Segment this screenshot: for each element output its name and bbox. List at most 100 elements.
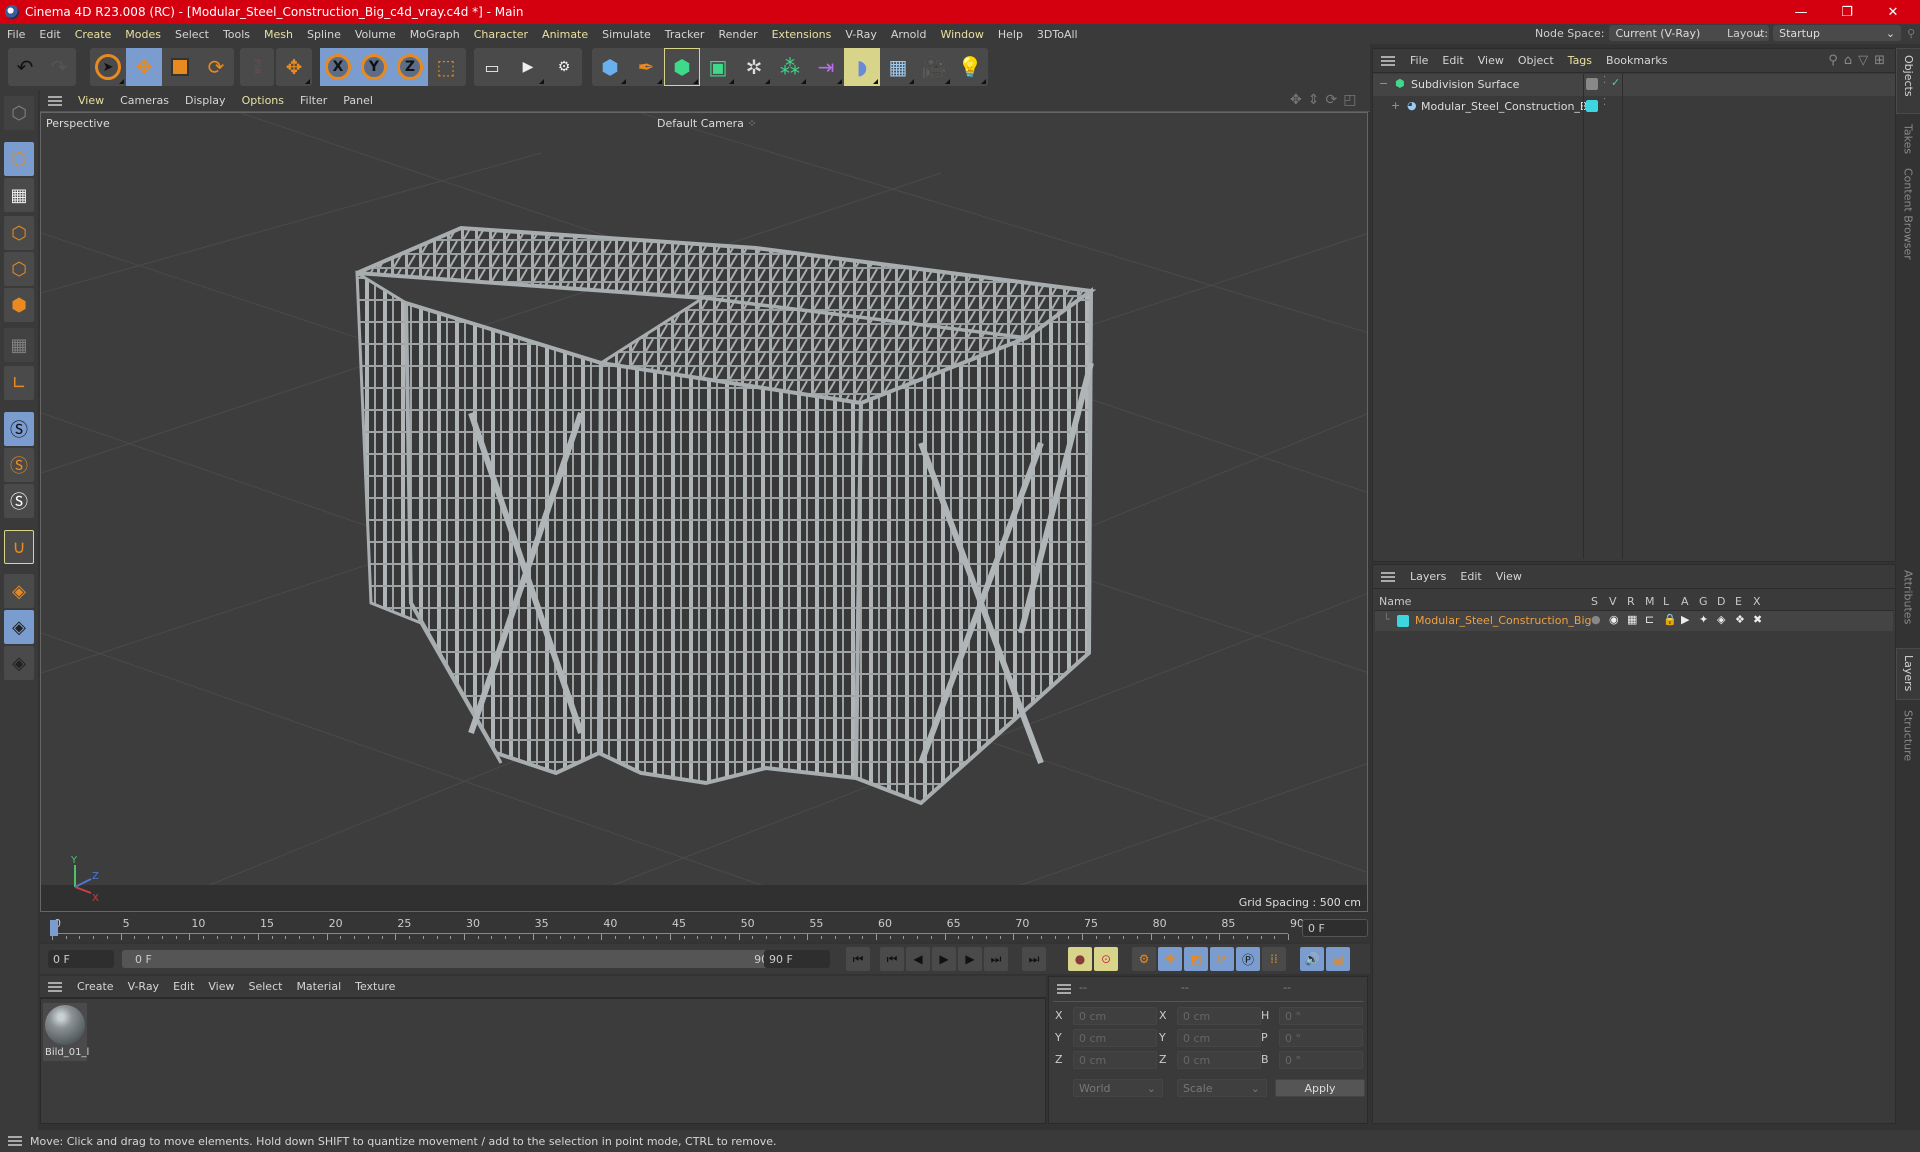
make-editable-button[interactable]: ⬡ [4, 96, 34, 130]
menu-edit[interactable]: Edit [32, 28, 67, 41]
next-key-button[interactable]: ⏭ [984, 947, 1008, 971]
search-icon[interactable]: ⚲ [1828, 53, 1838, 68]
material-swatch[interactable]: Bild_01_l [43, 1003, 89, 1061]
close-button[interactable]: ✕ [1870, 0, 1916, 24]
size-y-field[interactable]: 0 cm [1177, 1029, 1261, 1047]
layer-column-x[interactable]: X [1753, 595, 1761, 608]
coordinate-mode-dropdown[interactable]: Scale ⌄ [1177, 1079, 1267, 1097]
menu-volume[interactable]: Volume [348, 28, 403, 41]
visibility-dots-icon[interactable]: ⁚ [1603, 97, 1606, 108]
quantize-button[interactable]: Ⓢ [4, 484, 34, 518]
z-axis-lock-button[interactable]: Z [392, 48, 428, 86]
keyframe-selection-button[interactable]: ⚙ [1132, 947, 1156, 971]
rotation-h-field[interactable]: 0 ° [1279, 1007, 1363, 1025]
hamburger-menu-icon[interactable] [48, 981, 62, 992]
layer-menu-layers[interactable]: Layers [1403, 570, 1453, 583]
menu-v-ray[interactable]: V-Ray [838, 28, 884, 41]
rotate-tool-button[interactable]: ⟳ [198, 48, 234, 86]
menu-arnold[interactable]: Arnold [884, 28, 934, 41]
key-pla-button[interactable]: ⁞⁞ [1262, 947, 1286, 971]
maximize-button[interactable]: ❐ [1824, 0, 1870, 24]
position-y-field[interactable]: 0 cm [1073, 1029, 1157, 1047]
coordinate-space-dropdown[interactable]: World ⌄ [1073, 1079, 1163, 1097]
object-menu-tags[interactable]: Tags [1561, 54, 1599, 67]
enabled-checkmark-icon[interactable]: ✓ [1611, 76, 1620, 89]
material-menu-texture[interactable]: Texture [348, 980, 402, 993]
layer-column-g[interactable]: G [1699, 595, 1708, 608]
deformer-button[interactable]: ✲ [736, 48, 772, 86]
object-row-subdivision-surface[interactable]: − ⬢ Subdivision Surface ⁚ ✓ [1373, 74, 1895, 96]
start-frame-field[interactable]: 0 F [48, 950, 114, 968]
object-menu-file[interactable]: File [1403, 54, 1435, 67]
menu-character[interactable]: Character [467, 28, 535, 41]
menu-spline[interactable]: Spline [300, 28, 348, 41]
go-to-start-button[interactable]: ⏮ [846, 947, 870, 971]
menu-window[interactable]: Window [933, 28, 990, 41]
object-menu-view[interactable]: View [1471, 54, 1511, 67]
object-row-modular-steel[interactable]: + ◕ Modular_Steel_Construction_Big ⁚ [1373, 96, 1895, 118]
current-frame-field[interactable]: 0 F [1302, 919, 1368, 937]
size-x-field[interactable]: 0 cm [1177, 1007, 1261, 1025]
coordinate-system-button[interactable]: ⬚ [428, 48, 464, 86]
object-menu-object[interactable]: Object [1511, 54, 1561, 67]
3d-viewport[interactable]: Perspective Default Camera ⁘ Grid Spacin… [40, 112, 1368, 912]
layer-column-s[interactable]: S [1591, 595, 1598, 608]
bend-deformer-button[interactable]: ◗ [844, 48, 880, 86]
hamburger-menu-icon[interactable] [8, 1136, 22, 1146]
layer-column-e[interactable]: E [1735, 595, 1742, 608]
go-to-end-button[interactable]: ⏭ [1022, 947, 1046, 971]
menu-file[interactable]: File [0, 28, 32, 41]
animation-play-icon[interactable]: ▶ [1681, 613, 1696, 626]
texture-mode-button[interactable]: ▦ [4, 178, 34, 212]
lock-icon[interactable]: 🔒 [1663, 613, 1678, 626]
previous-frame-button[interactable]: ◀ [906, 947, 930, 971]
layer-column-m[interactable]: M [1645, 595, 1655, 608]
cloner-button[interactable]: ⁂ [772, 48, 808, 86]
move-tool-button[interactable]: ✥ [126, 48, 162, 86]
rotation-b-field[interactable]: 0 ° [1279, 1051, 1363, 1069]
pan-icon[interactable]: ✥ [1290, 92, 1302, 108]
viewport-menu-cameras[interactable]: Cameras [112, 94, 177, 107]
magnet-button[interactable]: ∪ [4, 530, 34, 564]
previous-key-button[interactable]: ⏮ [880, 947, 904, 971]
edges-mode-button[interactable]: ⬡ [4, 252, 34, 286]
generators-icon[interactable]: ✦ [1699, 613, 1714, 626]
layer-column-a[interactable]: A [1681, 595, 1689, 608]
tab-structure[interactable]: Structure [1896, 704, 1920, 774]
filter-icon[interactable]: ▽ [1858, 53, 1868, 68]
viewport-menu-options[interactable]: Options [234, 94, 292, 107]
home-icon[interactable]: ⌂ [1844, 53, 1852, 68]
material-menu-edit[interactable]: Edit [166, 980, 201, 993]
search-icon[interactable]: ⚲ [1907, 27, 1915, 40]
editor-toggle-icon[interactable] [1586, 78, 1598, 90]
layer-column-v[interactable]: V [1609, 595, 1617, 608]
xref-icon[interactable]: ✖ [1753, 613, 1768, 626]
polygons-mode-button[interactable]: ⬢ [4, 288, 34, 322]
hamburger-menu-icon[interactable] [1381, 571, 1395, 582]
toggle-layout-icon[interactable]: ◰ [1343, 92, 1356, 108]
material-menu-view[interactable]: View [201, 980, 241, 993]
end-frame-field[interactable]: 90 F [764, 950, 830, 968]
menu-tracker[interactable]: Tracker [658, 28, 712, 41]
apply-button[interactable]: Apply [1275, 1079, 1365, 1097]
layer-menu-edit[interactable]: Edit [1453, 570, 1488, 583]
layer-column-name[interactable]: Name [1379, 595, 1411, 608]
align-workplane-button[interactable]: ◈ [4, 646, 34, 680]
visible-eye-icon[interactable]: ◉ [1609, 613, 1624, 626]
psr-button[interactable]: PSR [240, 48, 274, 86]
model-mode-button[interactable]: ⬡ [4, 142, 34, 176]
playhead[interactable] [50, 920, 58, 936]
render-view-button[interactable]: ▭ [474, 48, 510, 86]
field-button[interactable]: ⇥ [808, 48, 844, 86]
key-rotation-button[interactable]: ⟳ [1210, 947, 1234, 971]
menu-extensions[interactable]: Extensions [765, 28, 839, 41]
tab-attributes[interactable]: Attributes [1896, 564, 1920, 644]
menu-select[interactable]: Select [168, 28, 216, 41]
redo-button[interactable]: ↷ [42, 48, 76, 86]
menu-simulate[interactable]: Simulate [595, 28, 658, 41]
key-parameter-button[interactable]: Ⓟ [1236, 947, 1260, 971]
scale-tool-button[interactable] [162, 48, 198, 86]
uv-mode-button[interactable]: ▦ [4, 328, 34, 362]
timeline-ruler[interactable]: 051015202530354045505560657075808590 0 F [40, 914, 1370, 942]
snap-button[interactable]: Ⓢ [4, 412, 34, 446]
